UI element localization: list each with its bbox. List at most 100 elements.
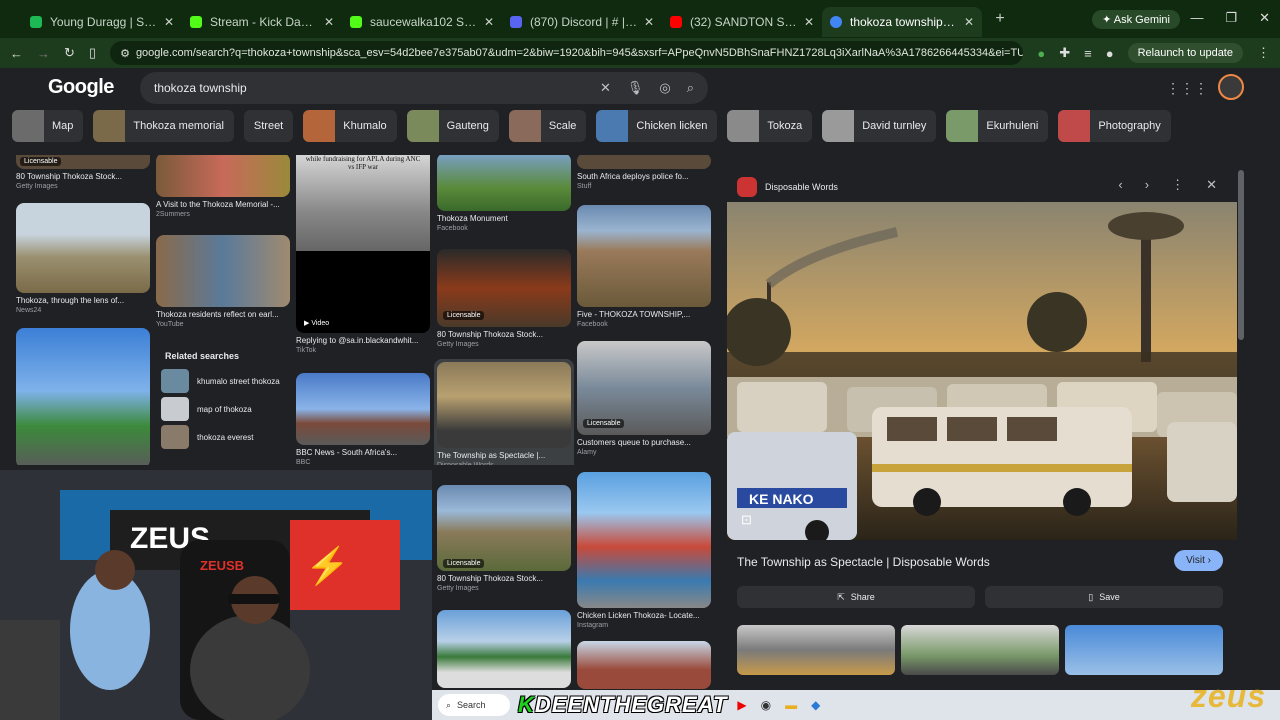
chip-photography[interactable]: Photography <box>1058 110 1171 142</box>
chip-gauteng[interactable]: Gauteng <box>406 110 499 142</box>
tab-youtube[interactable]: (32) SANDTON SOUTH AFRICA✕ <box>662 7 822 37</box>
relaunch-button[interactable]: Relaunch to update <box>1127 43 1243 63</box>
profile-icon[interactable]: ● <box>1106 46 1114 61</box>
tab-google-search[interactable]: thokoza township - Google Se✕ <box>822 7 982 37</box>
chip-khumalo[interactable]: Khumalo <box>303 110 397 142</box>
image-result[interactable]: Chicken Licken Thokoza- Locate... Instag… <box>577 472 711 629</box>
clear-icon[interactable]: ✕ <box>600 80 611 96</box>
app-icon[interactable]: ◆ <box>811 698 820 712</box>
chip-street[interactable]: Street <box>243 110 294 142</box>
close-icon[interactable]: ✕ <box>804 15 814 29</box>
chip-thumbnail <box>822 110 855 142</box>
maximize-icon[interactable]: ❐ <box>1225 10 1237 26</box>
related-search-item[interactable]: khumalo street thokoza <box>161 369 284 393</box>
menu-icon[interactable]: ⋮ <box>1257 45 1270 61</box>
avatar[interactable] <box>1218 74 1244 100</box>
back-icon[interactable]: ← <box>10 46 23 61</box>
image-result[interactable] <box>437 610 571 688</box>
url-field[interactable]: ⚙ google.com/search?q=thokoza+township&sc… <box>110 41 1024 65</box>
close-icon[interactable]: ✕ <box>324 15 334 29</box>
preview-image[interactable]: KE NAKO ⊡ <box>727 202 1237 540</box>
taskbar-search[interactable]: ⌕ Search <box>438 694 510 716</box>
forward-icon[interactable]: → <box>37 46 50 61</box>
image-result[interactable]: Licensable 80 Township Thokoza Stock... … <box>437 485 571 592</box>
tab-spotify[interactable]: Young Duragg | Spotify✕ <box>22 7 182 37</box>
image-result[interactable]: Thokoza, through the lens of... News24 <box>16 203 150 314</box>
scrollbar[interactable] <box>1238 170 1244 340</box>
folder-icon[interactable]: ▬ <box>785 698 797 712</box>
next-icon[interactable]: › <box>1145 177 1149 193</box>
chip-tokoza[interactable]: Tokoza <box>727 110 813 142</box>
tab-kick-stream[interactable]: saucewalka102 Stream - Watch✕ <box>342 7 502 37</box>
preview-source[interactable]: Disposable Words <box>737 177 838 197</box>
google-icon <box>830 16 842 28</box>
related-search-item[interactable]: thokoza everest <box>161 425 284 449</box>
tab-bar: Young Duragg | Spotify✕ Stream - Kick Da… <box>0 0 1280 38</box>
chip-thumbnail <box>12 110 44 142</box>
minimize-icon[interactable]: — <box>1190 10 1203 26</box>
search-icon[interactable]: ⌕ <box>687 80 694 96</box>
discord-icon <box>510 16 522 28</box>
image-result[interactable] <box>577 641 711 689</box>
mic-icon[interactable]: 🎙 <box>627 80 644 96</box>
sidebar-icon[interactable]: ▯ <box>89 45 96 61</box>
close-icon[interactable]: ✕ <box>644 15 654 29</box>
chip-map[interactable]: Map <box>12 110 84 142</box>
image-result[interactable]: Thokoza residents reflect on earl... You… <box>156 235 290 328</box>
image-result[interactable]: Licensable 80 Township Thokoza Stock... … <box>437 249 571 348</box>
source-favicon <box>737 177 757 197</box>
preview-title[interactable]: The Township as Spectacle | Disposable W… <box>737 555 990 569</box>
chip-scale[interactable]: Scale <box>508 110 587 142</box>
visit-button[interactable]: Visit › <box>1174 550 1223 571</box>
video-result[interactable]: while fundraising for APLA during ANC vs… <box>296 155 430 354</box>
image-result[interactable]: Licensable 80 Township Thokoza Stock... … <box>16 155 150 190</box>
previous-icon[interactable]: ‹ <box>1118 177 1122 193</box>
close-icon[interactable]: ✕ <box>1206 177 1217 193</box>
image-result[interactable]: South Africa deploys police fo... Stuff <box>577 155 711 190</box>
chrome-icon[interactable]: ◉ <box>761 698 771 712</box>
window-controls: — ❐ ✕ <box>1190 10 1270 26</box>
more-options-icon[interactable]: ⋮ <box>1171 177 1184 193</box>
search-box[interactable]: thokoza township ✕ 🎙 ◎ ⌕ <box>140 72 708 104</box>
reload-icon[interactable]: ↻ <box>64 45 75 61</box>
tab-kick-dashboard[interactable]: Stream - Kick Dashboard✕ <box>182 7 342 37</box>
image-result[interactable]: Licensable Customers queue to purchase..… <box>577 341 711 456</box>
tab-discord[interactable]: (870) Discord | # | reactions✕ <box>502 7 662 37</box>
image-result[interactable] <box>16 328 150 465</box>
related-image[interactable] <box>737 625 895 675</box>
media-icon[interactable]: ≡ <box>1084 46 1092 61</box>
bookmark-icon: ▯ <box>1088 591 1094 602</box>
close-icon[interactable]: ✕ <box>164 15 174 29</box>
related-search-item[interactable]: map of thokoza <box>161 397 284 421</box>
chip-thumbnail <box>727 110 760 142</box>
chip-chicken-licken[interactable]: Chicken licken <box>596 110 718 142</box>
image-result[interactable]: BBC News - South Africa's... BBC <box>296 373 430 465</box>
image-result[interactable]: A Visit to the Thokoza Memorial -... 2Su… <box>156 155 290 218</box>
close-icon[interactable]: ✕ <box>484 15 494 29</box>
address-bar: ← → ↻ ▯ ⚙ google.com/search?q=thokoza+tow… <box>0 38 1280 68</box>
taskbar: ⌕ Search KDEENTHEGREAT ▶ ◉ ▬ ◆ <box>432 690 1280 720</box>
related-image[interactable] <box>901 625 1059 675</box>
youtube-icon[interactable]: ▶ <box>737 698 746 712</box>
site-info-icon[interactable]: ⚙ <box>120 47 130 60</box>
extensions-puzzle-icon[interactable]: ✚ <box>1059 45 1070 61</box>
close-icon[interactable]: ✕ <box>964 15 974 29</box>
chip-thokoza-memorial[interactable]: Thokoza memorial <box>93 110 234 142</box>
image-result[interactable]: Five - THOKOZA TOWNSHIP,... Facebook <box>577 205 711 328</box>
image-result[interactable]: Thokoza Monument Facebook <box>437 155 571 232</box>
chip-ekurhuleni[interactable]: Ekurhuleni <box>946 110 1049 142</box>
google-logo[interactable]: Google <box>48 76 114 99</box>
lens-search-icon[interactable]: ⊡ <box>741 512 752 528</box>
chip-david-turnley[interactable]: David turnley <box>822 110 937 142</box>
save-button[interactable]: ▯ Save <box>985 586 1223 608</box>
lens-icon[interactable]: ◎ <box>659 80 670 96</box>
related-image[interactable] <box>1065 625 1223 675</box>
image-result-selected[interactable]: The Township as Spectacle |... Disposabl… <box>434 359 574 465</box>
ask-gemini-button[interactable]: ✦ Ask Gemini <box>1092 10 1180 29</box>
close-window-icon[interactable]: ✕ <box>1259 10 1270 26</box>
search-input[interactable]: thokoza township <box>154 81 584 95</box>
new-tab-button[interactable]: + <box>988 10 1012 28</box>
apps-grid-icon[interactable]: ⋮⋮⋮ <box>1166 80 1208 97</box>
share-button[interactable]: ⇱ Share <box>737 586 975 608</box>
extension-icon[interactable]: ● <box>1037 46 1045 61</box>
